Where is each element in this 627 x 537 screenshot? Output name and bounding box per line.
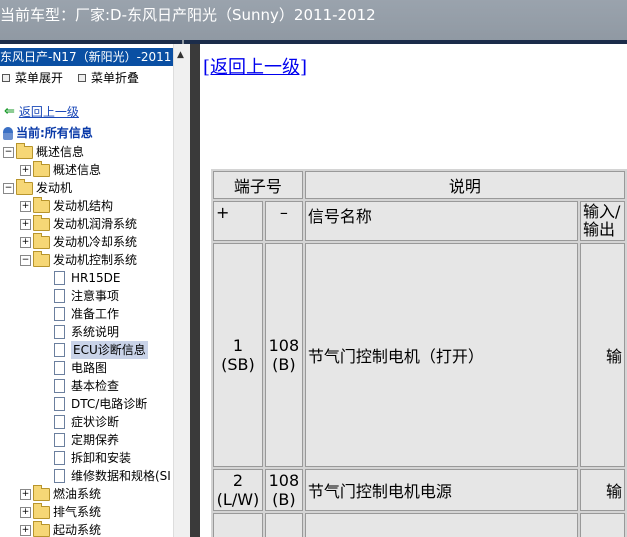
expand-toggle-icon[interactable]: +	[20, 524, 31, 536]
terminal-header: 端子号	[213, 171, 303, 199]
description-header: 说明	[304, 171, 625, 199]
signal-name-cell: 节气门控制电机电源	[304, 469, 578, 511]
document-icon	[54, 451, 65, 465]
io-cell: 输	[579, 243, 625, 467]
pane-splitter[interactable]	[190, 44, 200, 537]
user-icon	[3, 126, 13, 140]
table-row	[213, 513, 625, 537]
expand-icon	[2, 73, 10, 82]
expand-toggle-icon[interactable]: +	[20, 236, 31, 248]
expand-toggle-icon[interactable]: +	[20, 218, 31, 230]
folder-open-icon	[16, 178, 33, 195]
tree-node-engine-control[interactable]: − 发动机控制系统	[20, 250, 137, 269]
expand-toggle-icon[interactable]: +	[20, 200, 31, 212]
io-cell: 输	[579, 469, 625, 511]
table-cell	[304, 513, 578, 537]
signal-name-header: 信号名称	[304, 201, 578, 241]
tree-node-engine-cooling[interactable]: + 发动机冷却系统	[20, 232, 137, 251]
title-bar: 当前车型：厂家:D-东风日产阳光（Sunny）2011-2012	[0, 0, 627, 44]
tree-leaf-wiring-diagram[interactable]: 电路图	[52, 359, 107, 377]
folder-icon	[33, 160, 50, 177]
collapse-toggle-icon[interactable]: −	[3, 182, 14, 194]
table-row: 1 (SB) 108 (B) 节气门控制电机（打开） 输	[213, 243, 625, 467]
menu-collapse-button[interactable]: 菜单折叠	[78, 69, 139, 86]
tree-node-overview[interactable]: − 概述信息	[3, 142, 84, 161]
tree-node-engine-structure[interactable]: + 发动机结构	[20, 196, 113, 215]
folder-open-icon	[16, 142, 33, 159]
minus-terminal-cell: 108 (B)	[264, 469, 303, 511]
table-subheader-row: + – 信号名称 输入/输出	[213, 201, 625, 241]
plus-terminal-cell: 1 (SB)	[213, 243, 263, 467]
collapse-icon	[78, 73, 86, 82]
collapse-toggle-icon[interactable]: −	[3, 146, 14, 158]
tree-leaf-removal-installation[interactable]: 拆卸和安装	[52, 449, 131, 467]
expand-toggle-icon[interactable]: +	[20, 506, 31, 518]
tree-leaf-maintenance[interactable]: 定期保养	[52, 431, 119, 449]
collapse-toggle-icon[interactable]: −	[20, 254, 31, 266]
plus-terminal-cell: 2 (L/W)	[213, 469, 263, 511]
tree-current: 当前:所有信息	[3, 124, 93, 142]
tree-panel: 东风日产-N17（新阳光）-2011 菜单展开 菜单折叠 ⇐ 返回上一级 当前:…	[0, 44, 173, 537]
content-panel: [返回上一级] 端子号 说明 + – 信号名称 输入/输出 1 (SB) 108…	[200, 44, 627, 537]
document-icon	[54, 379, 65, 393]
document-icon	[54, 307, 65, 321]
tree-node-fuel-system[interactable]: + 燃油系统	[20, 484, 101, 503]
expand-toggle-icon[interactable]: +	[20, 164, 31, 176]
tree-leaf-basic-inspection[interactable]: 基本检查	[52, 377, 119, 395]
document-icon	[54, 415, 65, 429]
table-cell	[264, 513, 303, 537]
signal-name-cell: 节气门控制电机（打开）	[304, 243, 578, 467]
document-icon	[54, 361, 65, 375]
folder-icon	[33, 520, 50, 537]
tree-leaf-preparation[interactable]: 准备工作	[52, 305, 119, 323]
tree-node-engine-lubrication[interactable]: + 发动机润滑系统	[20, 214, 137, 233]
minus-terminal-cell: 108 (B)	[264, 243, 303, 467]
document-icon	[54, 289, 65, 303]
plus-column-header: +	[213, 201, 263, 241]
table-row: 2 (L/W) 108 (B) 节气门控制电机电源 输	[213, 469, 625, 511]
tree-header[interactable]: 东风日产-N17（新阳光）-2011	[0, 48, 173, 66]
io-header: 输入/输出	[579, 201, 625, 241]
document-icon	[54, 271, 65, 285]
tree-leaf-dtc-circuit[interactable]: DTC/电路诊断	[52, 395, 147, 413]
tree-leaf-precautions[interactable]: 注意事项	[52, 287, 119, 305]
tree-leaf-service-data[interactable]: 维修数据和规格(SI	[52, 467, 171, 485]
current-model-text: 当前车型：厂家:D-东风日产阳光（Sunny）2011-2012	[0, 6, 376, 24]
document-icon	[54, 469, 65, 483]
folder-icon	[33, 232, 50, 249]
tree-leaf-hr15de[interactable]: HR15DE	[52, 269, 120, 287]
tree-node-exhaust-system[interactable]: + 排气系统	[20, 502, 101, 521]
minus-column-header: –	[264, 201, 303, 241]
tree-leaf-symptom-diagnosis[interactable]: 症状诊断	[52, 413, 119, 431]
tree-node-starting-system[interactable]: + 起动系统	[20, 520, 101, 537]
folder-icon	[33, 214, 50, 231]
tree-leaf-ecu-diagnosis[interactable]: ECU诊断信息	[52, 341, 148, 359]
back-link[interactable]: [返回上一级]	[203, 53, 307, 79]
expand-toggle-icon[interactable]: +	[20, 488, 31, 500]
table-header-row: 端子号 说明	[213, 171, 625, 199]
tree-node-engine[interactable]: − 发动机	[3, 178, 72, 197]
scroll-up-arrow-icon[interactable]: ▲	[177, 50, 184, 60]
folder-icon	[33, 502, 50, 519]
terminal-table: 端子号 说明 + – 信号名称 输入/输出 1 (SB) 108 (B) 节气门…	[211, 169, 627, 537]
back-arrow-icon: ⇐	[4, 104, 15, 119]
tree-node-overview-info[interactable]: + 概述信息	[20, 160, 101, 179]
document-icon	[54, 397, 65, 411]
table-cell	[213, 513, 263, 537]
table-cell	[579, 513, 625, 537]
document-icon	[54, 343, 65, 357]
folder-icon	[33, 484, 50, 501]
folder-icon	[33, 196, 50, 213]
tree-leaf-system-description[interactable]: 系统说明	[52, 323, 119, 341]
document-icon	[54, 325, 65, 339]
folder-open-icon	[33, 250, 50, 267]
tree-scrollbar[interactable]: ▲	[173, 44, 191, 537]
menu-expand-button[interactable]: 菜单展开	[2, 69, 63, 86]
tree-back-link[interactable]: ⇐ 返回上一级	[4, 103, 79, 121]
document-icon	[54, 433, 65, 447]
